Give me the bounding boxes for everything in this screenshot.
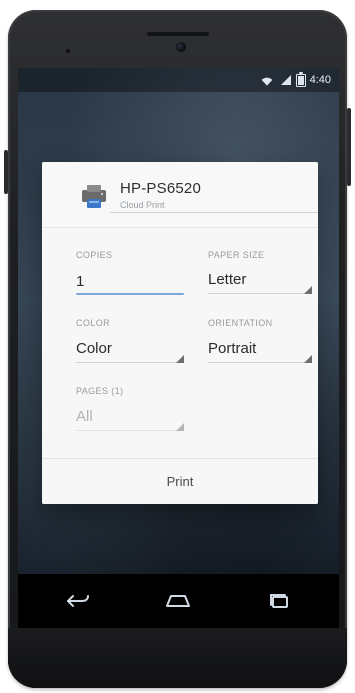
printer-subtitle: Cloud Print xyxy=(120,200,165,210)
paper-size-dropdown-corner-icon xyxy=(304,286,312,294)
color-dropdown[interactable]: Color xyxy=(76,340,184,358)
status-icons: 4:40 xyxy=(260,71,331,89)
paper-size-underline xyxy=(208,293,312,294)
pages-underline xyxy=(76,430,184,431)
print-button[interactable]: Print xyxy=(42,459,318,504)
phone-screen: 4:40 HP-PS6520 Cloud Print COPIES 1 PAPE… xyxy=(18,68,339,574)
orientation-dropdown[interactable]: Portrait xyxy=(208,340,306,358)
home-button[interactable] xyxy=(156,588,200,614)
wifi-icon xyxy=(260,73,274,87)
battery-level xyxy=(297,75,304,85)
navigation-bar xyxy=(18,574,339,628)
battery-icon xyxy=(295,71,306,87)
status-bar: 4:40 xyxy=(18,68,339,92)
print-dialog: HP-PS6520 Cloud Print COPIES PAPER SIZE … xyxy=(42,162,318,504)
home-icon xyxy=(161,592,195,610)
front-camera xyxy=(176,42,186,52)
printer-selector[interactable]: HP-PS6520 Cloud Print xyxy=(72,174,318,224)
back-button[interactable] xyxy=(56,588,100,614)
orientation-dropdown-corner-icon xyxy=(304,355,312,363)
status-time: 4:40 xyxy=(309,74,331,86)
volume-button xyxy=(4,150,8,194)
printer-underline xyxy=(110,212,318,213)
signal-icon xyxy=(278,73,292,87)
orientation-label: ORIENTATION xyxy=(208,318,273,328)
printer-icon xyxy=(80,184,108,210)
back-icon xyxy=(64,592,92,610)
pages-label: PAGES (1) xyxy=(76,386,124,396)
printer-name: HP-PS6520 xyxy=(120,180,202,197)
paper-size-dropdown[interactable]: Letter xyxy=(208,271,306,289)
orientation-underline xyxy=(208,362,312,363)
printer-row: HP-PS6520 Cloud Print xyxy=(42,162,318,228)
recents-icon xyxy=(265,592,293,610)
color-underline xyxy=(76,362,184,363)
copies-input-underline xyxy=(76,293,184,295)
power-button xyxy=(347,108,351,186)
copies-label: COPIES xyxy=(76,250,113,260)
pages-dropdown-corner-icon xyxy=(176,423,184,431)
pages-dropdown: All xyxy=(76,408,93,425)
paper-size-label: PAPER SIZE xyxy=(208,250,265,260)
proximity-sensor xyxy=(66,49,70,53)
bottom-bezel xyxy=(8,628,347,688)
earpiece-speaker xyxy=(146,32,209,36)
recents-button[interactable] xyxy=(257,588,301,614)
color-dropdown-corner-icon xyxy=(176,355,184,363)
color-label: COLOR xyxy=(76,318,111,328)
copies-input[interactable] xyxy=(76,271,180,291)
printer-text: HP-PS6520 Cloud Print xyxy=(120,180,290,211)
